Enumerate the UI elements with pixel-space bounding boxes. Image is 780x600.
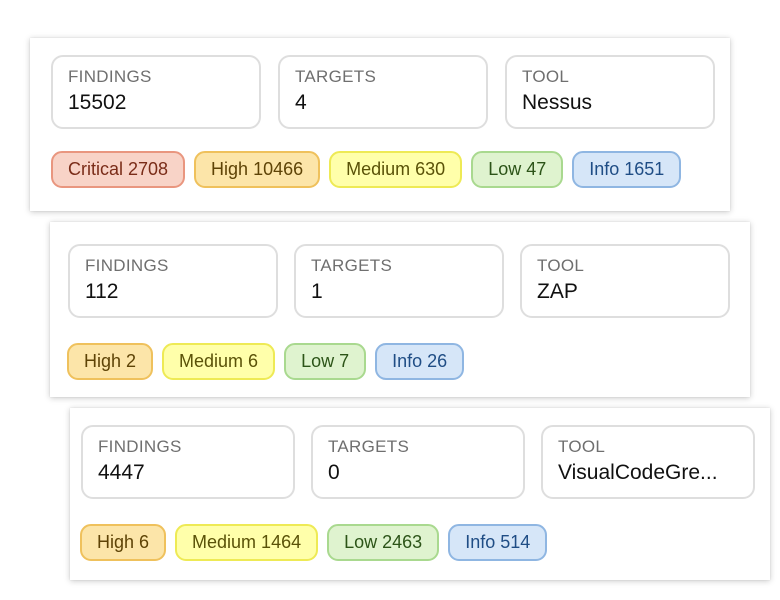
targets-value: 0 xyxy=(328,461,340,484)
medium-badge[interactable]: Medium 1464 xyxy=(175,524,319,561)
scan-summary-card: FINDINGS 112 TARGETS 1 TOOL ZAP High 2 M… xyxy=(50,222,750,397)
low-badge[interactable]: Low 47 xyxy=(471,151,564,188)
scan-summary-card: FINDINGS 4447 TARGETS 0 TOOL VisualCodeG… xyxy=(70,408,770,580)
targets-value: 1 xyxy=(311,280,323,303)
tool-tile: TOOL Nessus xyxy=(505,55,715,129)
tool-label: TOOL xyxy=(537,256,585,275)
stats-row: FINDINGS 4447 TARGETS 0 TOOL VisualCodeG… xyxy=(81,425,755,499)
findings-tile: FINDINGS 4447 xyxy=(81,425,295,499)
tool-label: TOOL xyxy=(558,437,606,456)
tool-value: VisualCodeGre... xyxy=(558,461,718,484)
info-badge[interactable]: Info 1651 xyxy=(572,151,682,188)
tool-value: Nessus xyxy=(522,91,593,114)
targets-label: TARGETS xyxy=(328,437,410,456)
findings-label: FINDINGS xyxy=(68,67,152,86)
tool-tile: TOOL ZAP xyxy=(520,244,730,318)
findings-tile: FINDINGS 112 xyxy=(68,244,278,318)
findings-value: 15502 xyxy=(68,91,127,114)
high-badge[interactable]: High 6 xyxy=(80,524,167,561)
scan-summary-card: FINDINGS 15502 TARGETS 4 TOOL Nessus Cri… xyxy=(30,38,730,211)
tool-tile: TOOL VisualCodeGre... xyxy=(541,425,755,499)
findings-value: 112 xyxy=(85,280,119,303)
tool-label: TOOL xyxy=(522,67,570,86)
medium-badge[interactable]: Medium 6 xyxy=(162,343,276,380)
high-badge[interactable]: High 2 xyxy=(67,343,154,380)
findings-label: FINDINGS xyxy=(85,256,169,275)
severity-badges: High 2 Medium 6 Low 7 Info 26 xyxy=(67,343,465,380)
medium-badge[interactable]: Medium 630 xyxy=(329,151,463,188)
targets-tile: TARGETS 0 xyxy=(311,425,525,499)
targets-tile: TARGETS 4 xyxy=(278,55,488,129)
findings-value: 4447 xyxy=(98,461,145,484)
severity-badges: Critical 2708 High 10466 Medium 630 Low … xyxy=(51,151,682,188)
targets-label: TARGETS xyxy=(311,256,393,275)
severity-badges: High 6 Medium 1464 Low 2463 Info 514 xyxy=(80,524,548,561)
targets-value: 4 xyxy=(295,91,307,114)
stats-row: FINDINGS 15502 TARGETS 4 TOOL Nessus xyxy=(51,55,715,129)
critical-badge[interactable]: Critical 2708 xyxy=(51,151,186,188)
findings-label: FINDINGS xyxy=(98,437,182,456)
targets-label: TARGETS xyxy=(295,67,377,86)
info-badge[interactable]: Info 514 xyxy=(448,524,548,561)
high-badge[interactable]: High 10466 xyxy=(194,151,321,188)
low-badge[interactable]: Low 7 xyxy=(284,343,367,380)
findings-tile: FINDINGS 15502 xyxy=(51,55,261,129)
stats-row: FINDINGS 112 TARGETS 1 TOOL ZAP xyxy=(68,244,730,318)
targets-tile: TARGETS 1 xyxy=(294,244,504,318)
info-badge[interactable]: Info 26 xyxy=(375,343,465,380)
tool-value: ZAP xyxy=(537,280,578,303)
low-badge[interactable]: Low 2463 xyxy=(327,524,440,561)
